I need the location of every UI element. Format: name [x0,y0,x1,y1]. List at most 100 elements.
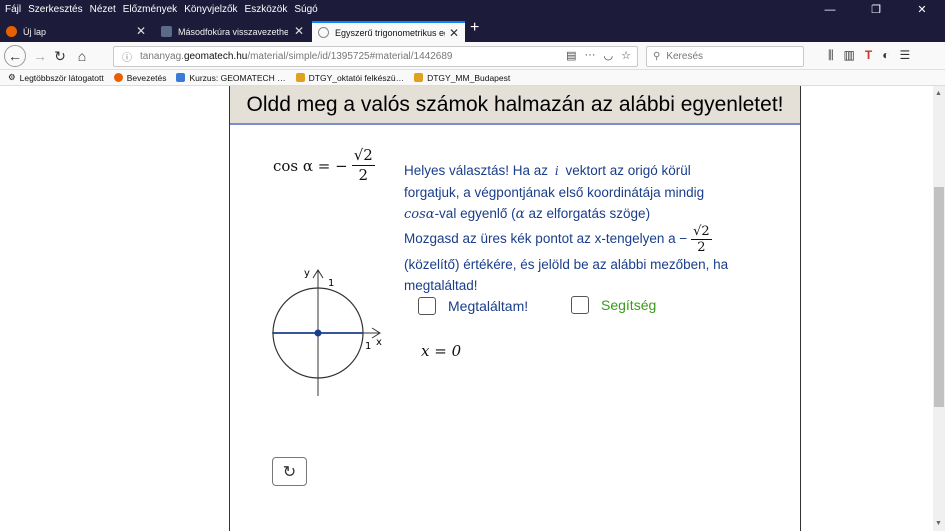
help-checkbox[interactable]: Segítség [571,296,656,314]
nav-bar: ← → ↻ ⌂ ⓘ tananyag. geomatech.hu/material… [0,42,945,70]
applet-title: Oldd meg a valós számok halmazán az aláb… [230,86,800,125]
tab-new-tab[interactable]: Új lap ✕ [0,21,152,42]
minus-sign: − [679,231,688,247]
reset-button[interactable]: ↻ [272,457,307,486]
tick-label-y: 1 [328,278,334,289]
extension-t-icon[interactable]: T [865,48,872,63]
page-content: Oldd meg a valós számok halmazán az aláb… [0,86,933,531]
library-icon[interactable]: ⫼ [828,48,834,63]
windows-icon [295,73,305,82]
menu-help[interactable]: Súgó [294,4,317,15]
more-actions-icon[interactable]: ··· [585,49,596,62]
forward-button[interactable]: → [30,46,50,66]
toolbar-icons: ⫼ ▥ T ◐ ☰ [828,48,910,63]
bookmark-star-icon[interactable]: ☆ [621,49,631,62]
tab-label: Másodfokúra visszavezethető t… [178,26,288,37]
home-button[interactable]: ⌂ [72,46,92,66]
menu-view[interactable]: Nézet [90,4,116,15]
url-actions: ▤ ··· ◡ ☆ [566,49,631,62]
tab-quadratic[interactable]: Másodfokúra visszavezethető t… ✕ [155,21,310,42]
menu-history[interactable]: Előzmények [123,4,177,15]
bookmark-intro[interactable]: Bevezetés [113,72,167,83]
draggable-point[interactable] [314,329,322,337]
checkbox-help-box[interactable] [571,296,589,314]
fraction-denominator: 2 [697,240,706,255]
extension-icon[interactable]: ◐ [882,48,889,63]
bookmark-most-visited[interactable]: ⚙ Legtöbbször látogatott [8,72,104,83]
alpha-symbol: α [515,206,525,222]
minimize-button[interactable]: — [807,0,853,19]
url-bar[interactable]: ⓘ tananyag. geomatech.hu/material/simple/… [113,46,638,67]
bookmark-label: Bevezetés [126,72,167,83]
menu-edit[interactable]: Szerkesztés [28,4,82,15]
maximize-button[interactable]: ❐ [853,0,899,19]
search-bar[interactable]: ⚲ Keresés [646,46,804,67]
feedback-part: -val egyenlő ( [434,206,516,221]
feedback-fraction: √2 2 [691,225,712,254]
windows-icon [414,73,424,82]
firefox-icon [6,26,17,37]
window-controls: — ❐ ✕ [807,0,945,19]
bookmark-label: DTGY_MM_Budapest [427,72,511,83]
feedback-text: Helyes választás! Ha az i vektort az ori… [404,160,734,296]
bookmarks-bar: ⚙ Legtöbbször látogatott Bevezetés Kurzus… [0,70,945,86]
scroll-thumb[interactable] [934,187,944,407]
feedback-part: az elforgatás szöge) [528,206,651,221]
bookmark-dtgy-budapest[interactable]: DTGY_MM_Budapest [414,73,510,83]
new-tab-button[interactable]: + [470,19,479,37]
menu-tools[interactable]: Eszközök [245,4,288,15]
hamburger-menu-icon[interactable]: ☰ [899,48,910,63]
title-bar: Fájl Szerkesztés Nézet Előzmények Könyvj… [0,0,945,19]
back-button[interactable]: ← [4,45,26,67]
close-icon[interactable]: ✕ [449,26,459,40]
close-window-button[interactable]: ✕ [899,0,945,19]
checkbox-found-label: Megtaláltam! [448,298,529,314]
bookmark-course[interactable]: Kurzus: GEOMATECH … [176,72,286,83]
menu-file[interactable]: Fájl [5,4,21,15]
scroll-down-icon[interactable]: ▼ [935,520,942,527]
vector-i: i [554,164,559,178]
firefox-icon [113,73,123,82]
x-value: x = 0 [421,342,462,360]
sidebar-icon[interactable]: ▥ [844,48,855,63]
pocket-icon[interactable]: ◡ [604,49,614,62]
cos-alpha: cosα [404,207,435,222]
gear-icon: ⚙ [8,72,16,82]
reload-button[interactable]: ↻ [50,46,70,66]
reader-view-icon[interactable]: ▤ [566,49,576,62]
x-axis-label: x [376,337,382,348]
menu-bookmarks[interactable]: Könyvjelzők [184,4,237,15]
y-axis-label: y [304,268,310,279]
url-host: geomatech.hu [183,51,248,62]
page-scrollbar[interactable]: ▲ ▼ [933,86,945,531]
found-checkbox[interactable]: Megtaláltam! [418,297,528,315]
info-icon[interactable]: ⓘ [122,49,132,64]
loading-icon [318,27,329,38]
geogebra-applet: Oldd meg a valós számok halmazán az aláb… [229,86,801,531]
close-icon[interactable]: ✕ [136,24,146,38]
bookmark-label: Legtöbbször látogatott [19,72,104,83]
checkbox-found-box[interactable] [418,297,436,315]
url-prefix: tananyag. [140,51,184,62]
fraction-denominator: 2 [358,166,369,184]
menu-bar: Fájl Szerkesztés Nézet Előzmények Könyvj… [0,4,318,15]
bookmark-label: Kurzus: GEOMATECH … [189,72,286,83]
page-icon [161,26,172,37]
tick-label-x: 1 [365,341,371,352]
tab-strip: Új lap ✕ Másodfokúra visszavezethető t… … [0,19,945,42]
tab-label: Új lap [23,26,47,37]
fraction-numerator: √2 [691,224,712,240]
search-icon: ⚲ [653,51,661,62]
unit-circle: y 1 x 1 [272,268,382,396]
fraction-numerator: √2 [351,146,375,166]
bookmark-dtgy-training[interactable]: DTGY_oktatói felkészü… [295,73,404,83]
scroll-up-icon[interactable]: ▲ [935,90,942,97]
equation: cos α = − √2 2 [273,148,375,183]
page-icon [176,73,186,82]
checkbox-help-label: Segítség [601,297,657,313]
feedback-part: Mozgasd az üres kék pontot az x-tengelye… [404,231,676,247]
tab-trig-equation[interactable]: Egyszerű trigonometrikus egye… ✕ [312,21,465,42]
close-icon[interactable]: ✕ [294,24,304,38]
tab-label: Egyszerű trigonometrikus egye… [335,27,445,38]
equation-lhs: cos α = − [273,156,348,175]
